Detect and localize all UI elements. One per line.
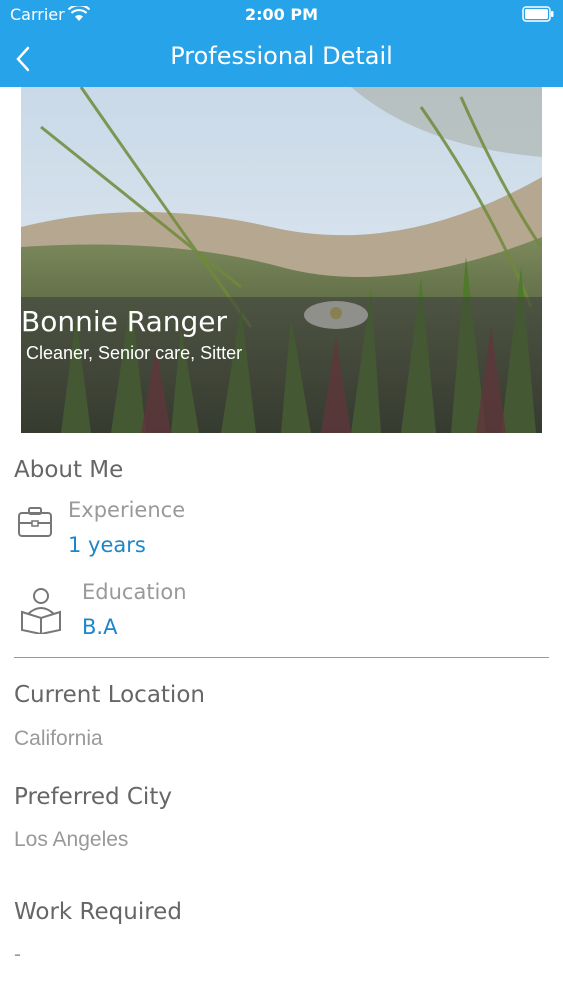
section-divider: [14, 657, 549, 658]
education-label: Education: [82, 580, 187, 604]
professional-name: Bonnie Ranger: [21, 305, 227, 338]
page-title: Professional Detail: [170, 42, 393, 70]
briefcase-icon: [18, 507, 52, 537]
profile-cover-image: Bonnie Ranger Cleaner, Senior care, Sitt…: [21, 87, 542, 433]
reading-person-icon: [21, 588, 61, 634]
work-required-heading: Work Required: [14, 899, 182, 925]
navigation-bar: Carrier 2:00 PM Professional Detail: [0, 0, 563, 87]
preferred-city-heading: Preferred City: [14, 784, 172, 810]
work-required-value: -: [14, 943, 21, 966]
status-bar: Carrier 2:00 PM: [0, 0, 563, 30]
professional-roles: Cleaner, Senior care, Sitter: [26, 343, 243, 363]
experience-label: Experience: [68, 498, 186, 522]
clock: 2:00 PM: [244, 5, 318, 24]
preferred-city-value: Los Angeles: [14, 828, 129, 851]
current-location-heading: Current Location: [14, 682, 205, 708]
education-value: B.A: [82, 615, 118, 639]
battery-icon: [522, 6, 554, 22]
about-me-heading: About Me: [14, 457, 124, 483]
experience-value: 1 years: [68, 533, 146, 557]
current-location-value: California: [14, 727, 103, 750]
